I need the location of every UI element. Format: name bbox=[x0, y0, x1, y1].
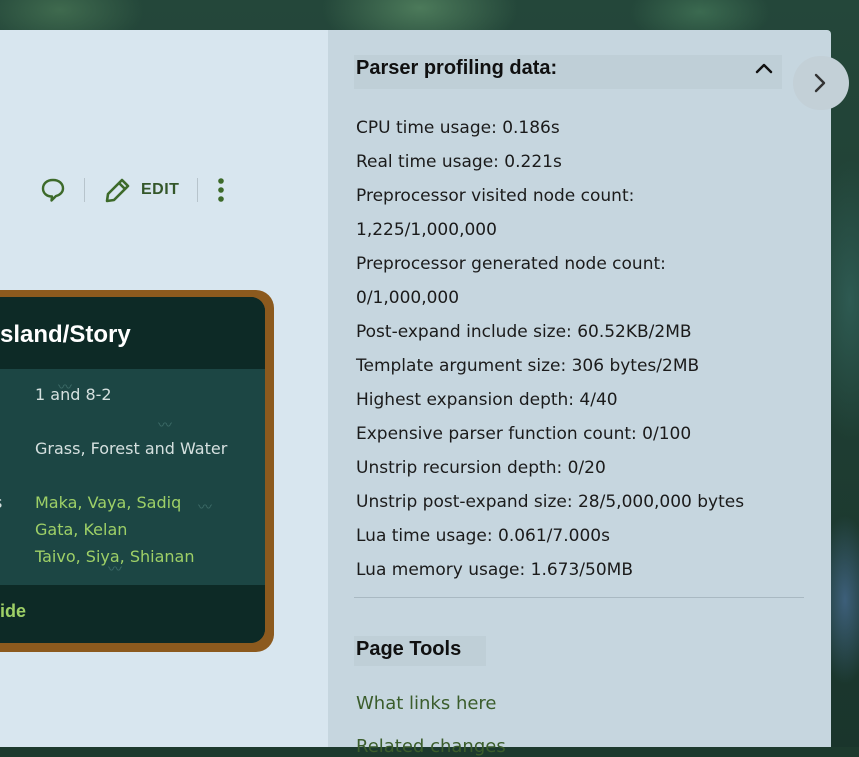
edit-label: EDIT bbox=[141, 181, 180, 198]
action-separator bbox=[84, 178, 85, 202]
infobox-value: Grass, Forest and Water bbox=[35, 439, 228, 458]
side-panel: Parser profiling data: CPU time usage: 0… bbox=[328, 30, 831, 757]
wave-decoration: 〰 bbox=[158, 418, 172, 434]
profiling-line: CPU time usage: 0.186s bbox=[356, 118, 560, 138]
infobox-value: 1 and 8-2 bbox=[35, 385, 112, 404]
edit-button[interactable]: EDIT bbox=[103, 175, 179, 205]
infobox: sland/Story 〰 〰 〰 〰 1 and 8-2 Grass, For… bbox=[0, 297, 265, 643]
profiling-line: Preprocessor visited node count: bbox=[356, 186, 635, 206]
profiling-line: Real time usage: 0.221s bbox=[356, 152, 562, 172]
profiling-line: Preprocessor generated node count: bbox=[356, 254, 666, 274]
profiling-line: Expensive parser function count: 0/100 bbox=[356, 424, 692, 444]
infobox-link[interactable]: Maka, Vaya, Sadiq bbox=[35, 493, 181, 512]
next-panel-button[interactable] bbox=[793, 56, 849, 110]
talk-button[interactable] bbox=[40, 177, 66, 203]
chevron-right-icon bbox=[814, 73, 826, 93]
pencil-icon bbox=[105, 178, 130, 203]
profiling-list: CPU time usage: 0.186s Real time usage: … bbox=[356, 116, 744, 592]
page-tools-title: Page Tools bbox=[356, 638, 462, 660]
infobox-footer-link[interactable]: ide bbox=[0, 601, 26, 622]
infobox-body: 〰 〰 〰 〰 1 and 8-2 Grass, Forest and Wate… bbox=[0, 369, 265, 585]
main-content-panel: EDIT sland/Story 〰 〰 〰 〰 1 and 8-2 Grass… bbox=[0, 30, 328, 747]
profiling-line: Lua time usage: 0.061/7.000s bbox=[356, 526, 610, 546]
profiling-line: Lua memory usage: 1.673/50MB bbox=[356, 560, 633, 580]
profiling-line: Unstrip recursion depth: 0/20 bbox=[356, 458, 606, 478]
infobox-title: sland/Story bbox=[0, 297, 265, 369]
chevron-up-icon[interactable] bbox=[752, 57, 776, 81]
infobox-footer[interactable]: ide bbox=[0, 585, 265, 643]
profiling-line: 1,225/1,000,000 bbox=[356, 220, 497, 240]
page-tools-header: Page Tools bbox=[354, 636, 486, 666]
profiling-line: 0/1,000,000 bbox=[356, 288, 460, 308]
profiling-title: Parser profiling data: bbox=[356, 57, 558, 79]
infobox-link[interactable]: Taivo, Siya, Shianan bbox=[35, 547, 194, 566]
infobox-label-fragment: s bbox=[0, 493, 2, 512]
infobox-link[interactable]: Gata, Kelan bbox=[35, 520, 127, 539]
section-divider bbox=[354, 597, 804, 598]
profiling-section-header[interactable]: Parser profiling data: bbox=[354, 55, 782, 89]
kebab-menu-icon bbox=[218, 178, 225, 202]
wave-decoration: 〰 bbox=[198, 500, 212, 516]
action-separator bbox=[197, 178, 199, 202]
what-links-here-link[interactable]: What links here bbox=[356, 693, 497, 714]
page-action-bar: EDIT bbox=[40, 175, 226, 205]
more-options-button[interactable] bbox=[216, 176, 226, 204]
profiling-line: Unstrip post-expand size: 28/5,000,000 b… bbox=[356, 492, 745, 512]
profiling-line: Post-expand include size: 60.52KB/2MB bbox=[356, 322, 692, 342]
speech-bubble-icon bbox=[41, 178, 65, 202]
profiling-line: Template argument size: 306 bytes/2MB bbox=[356, 356, 700, 376]
profiling-line: Highest expansion depth: 4/40 bbox=[356, 390, 618, 410]
